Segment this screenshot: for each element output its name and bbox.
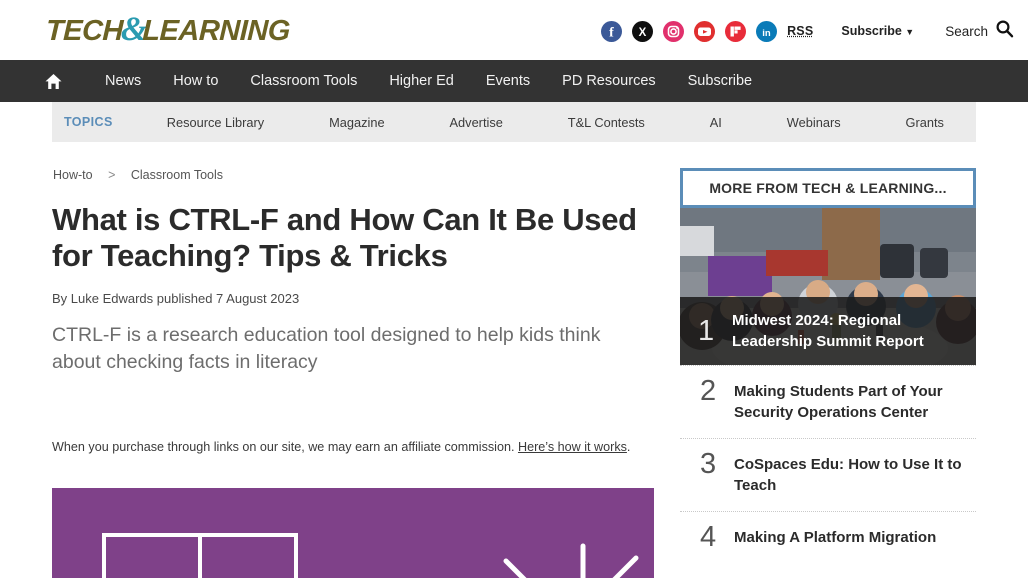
main-nav-list: News How to Classroom Tools Higher Ed Ev… [89, 73, 768, 89]
topics-bar: TOPICS Resource Library Magazine Adverti… [52, 102, 976, 142]
rail-header: MORE FROM TECH & LEARNING... [680, 168, 976, 208]
article-column: How-to > Classroom Tools What is CTRL-F … [52, 168, 654, 578]
rail-header-label: MORE FROM TECH & LEARNING... [709, 180, 947, 196]
rail-item-rank: 4 [700, 521, 717, 553]
nav-item-pd-resources[interactable]: PD Resources [546, 73, 671, 89]
rail-item-rank: 2 [700, 375, 717, 407]
list-item[interactable]: 3 CoSpaces Edu: How to Use It to Teach [680, 438, 976, 511]
featured-title[interactable]: Midwest 2024: Regional Leadership Summit… [732, 310, 962, 352]
list-item[interactable]: 4 Making A Platform Migration [680, 511, 976, 567]
social-links: f X in [601, 20, 778, 42]
logo-text-learning: LEARNING [141, 15, 291, 47]
affiliate-link[interactable]: Here’s how it works [518, 440, 627, 454]
masthead: TECH&LEARNING f X in RSS Subscribe ▼ Sea… [0, 0, 1028, 60]
ctrl-f-keyboard-illustration [52, 488, 654, 578]
list-item[interactable]: 2 Making Students Part of Your Security … [680, 365, 976, 438]
nav-item-events[interactable]: Events [470, 73, 546, 89]
topic-item-ai[interactable]: AI [710, 115, 722, 130]
rail-featured-item[interactable]: 1 Midwest 2024: Regional Leadership Summ… [680, 208, 976, 365]
topic-item-webinars[interactable]: Webinars [787, 115, 841, 130]
page-body: How-to > Classroom Tools What is CTRL-F … [0, 168, 1028, 578]
chevron-down-icon: ▼ [905, 27, 915, 37]
more-from-rail: MORE FROM TECH & LEARNING... 1 Midwest 2… [680, 168, 976, 578]
subscribe-dropdown-label: Subscribe [841, 24, 902, 38]
nav-item-higher-ed[interactable]: Higher Ed [373, 73, 469, 89]
main-navigation: News How to Classroom Tools Higher Ed Ev… [0, 60, 1028, 102]
affiliate-disclosure: When you purchase through links on our s… [52, 438, 654, 456]
masthead-utilities: f X in RSS Subscribe ▼ Search [601, 19, 1014, 43]
topics-label[interactable]: TOPICS [52, 115, 123, 129]
svg-text:in: in [762, 27, 771, 38]
search-label: Search [945, 23, 988, 39]
topic-item-tl-contests[interactable]: T&L Contests [568, 115, 645, 130]
breadcrumb-child[interactable]: Classroom Tools [131, 168, 223, 182]
topic-item-grants[interactable]: Grants [906, 115, 944, 130]
affiliate-text: When you purchase through links on our s… [52, 440, 518, 454]
svg-text:X: X [639, 27, 647, 39]
nav-item-subscribe[interactable]: Subscribe [672, 73, 768, 89]
byline: By Luke Edwards published 7 August 2023 [52, 291, 300, 306]
search-button[interactable]: Search [945, 19, 1014, 43]
search-icon [995, 19, 1014, 43]
breadcrumb-parent[interactable]: How-to [53, 168, 93, 182]
page-title: What is CTRL-F and How Can It Be Used fo… [52, 202, 637, 273]
nav-item-how-to[interactable]: How to [157, 73, 234, 89]
nav-item-classroom-tools[interactable]: Classroom Tools [234, 73, 373, 89]
flipboard-icon[interactable] [725, 20, 747, 42]
facebook-icon[interactable]: f [601, 20, 623, 42]
site-logo[interactable]: TECH&LEARNING [45, 11, 291, 48]
subscribe-dropdown[interactable]: Subscribe ▼ [841, 24, 914, 38]
breadcrumb-separator-icon: > [108, 168, 116, 182]
standfirst: CTRL-F is a research education tool desi… [52, 324, 601, 373]
topic-item-magazine[interactable]: Magazine [329, 115, 385, 130]
affiliate-period: . [626, 440, 631, 454]
linkedin-icon[interactable]: in [756, 20, 778, 42]
home-icon[interactable] [44, 72, 63, 91]
instagram-icon[interactable] [663, 20, 685, 42]
nav-item-news[interactable]: News [89, 73, 157, 89]
rail-item-title[interactable]: CoSpaces Edu: How to Use It to Teach [734, 454, 970, 496]
rail-item-rank: 3 [700, 448, 717, 480]
x-twitter-icon[interactable]: X [632, 20, 654, 42]
featured-rank: 1 [698, 314, 715, 347]
svg-text:f: f [609, 25, 614, 40]
rail-item-title[interactable]: Making Students Part of Your Security Op… [734, 381, 970, 423]
topic-item-resource-library[interactable]: Resource Library [167, 115, 264, 130]
rss-link[interactable]: RSS [787, 24, 813, 38]
featured-overlay: 1 Midwest 2024: Regional Leadership Summ… [680, 297, 976, 365]
rail-item-title[interactable]: Making A Platform Migration [734, 527, 936, 548]
topic-item-advertise[interactable]: Advertise [450, 115, 503, 130]
breadcrumb: How-to > Classroom Tools [53, 168, 654, 182]
youtube-icon[interactable] [694, 20, 716, 42]
logo-text-tech: TECH [45, 15, 124, 47]
topics-list: Resource Library Magazine Advertise T&L … [123, 115, 976, 130]
